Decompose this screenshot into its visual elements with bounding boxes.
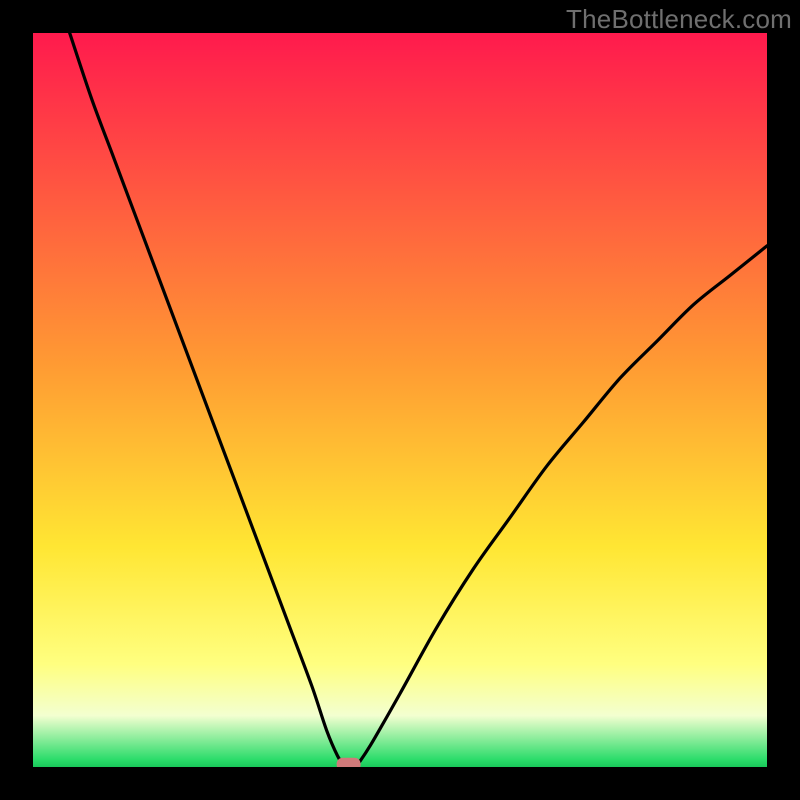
- gradient-background: [33, 33, 767, 767]
- plot-area: [33, 33, 767, 767]
- chart-svg: [33, 33, 767, 767]
- outer-frame: TheBottleneck.com: [0, 0, 800, 800]
- watermark-text: TheBottleneck.com: [566, 4, 792, 35]
- optimum-marker: [337, 758, 361, 767]
